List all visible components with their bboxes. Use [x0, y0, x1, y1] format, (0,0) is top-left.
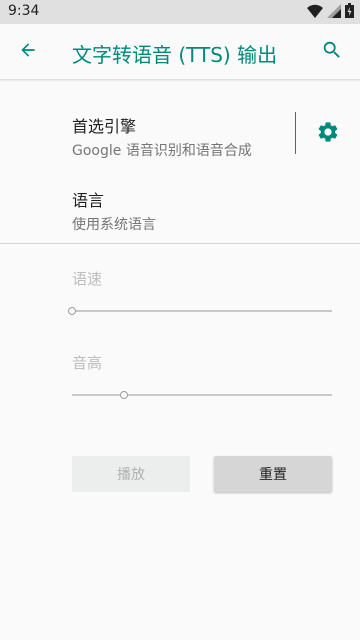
- slider-thumb[interactable]: [120, 391, 128, 399]
- app-bar: 文字转语音 (TTS) 输出: [0, 24, 360, 80]
- engine-settings-button[interactable]: [312, 118, 344, 150]
- status-icons: [307, 2, 354, 22]
- speech-rate-slider[interactable]: [68, 303, 332, 319]
- preferred-engine-text: 首选引擎 Google 语音识别和语音合成: [72, 113, 252, 160]
- back-button[interactable]: [12, 36, 44, 68]
- language-title: 语言: [72, 191, 105, 210]
- pitch-label: 音高: [72, 354, 103, 372]
- search-button[interactable]: [316, 36, 348, 68]
- language-summary: 使用系统语言: [72, 217, 156, 233]
- reset-button[interactable]: 重置: [214, 456, 332, 492]
- status-bar: 9:34: [0, 0, 360, 24]
- slider-track: [72, 394, 332, 396]
- slider-track: [72, 310, 332, 312]
- page-title: 文字转语音 (TTS) 输出: [72, 43, 278, 67]
- wifi-icon: [307, 3, 323, 22]
- back-arrow-icon: [18, 40, 38, 64]
- pitch-slider[interactable]: [72, 387, 332, 403]
- vertical-divider: [295, 112, 296, 154]
- preferred-engine-summary: Google 语音识别和语音合成: [72, 143, 252, 159]
- speech-rate-label: 语速: [72, 270, 103, 288]
- slider-thumb[interactable]: [68, 307, 76, 315]
- status-time: 9:34: [8, 3, 40, 19]
- play-button[interactable]: 播放: [72, 456, 190, 492]
- preferred-engine-title: 首选引擎: [72, 117, 137, 136]
- battery-icon: [345, 2, 354, 22]
- cellular-signal-icon: [327, 3, 341, 22]
- language-item[interactable]: 语言 使用系统语言: [0, 178, 360, 234]
- section-divider: [0, 243, 360, 244]
- gear-icon: [316, 120, 340, 148]
- search-icon: [321, 39, 343, 65]
- preferred-engine-item[interactable]: 首选引擎 Google 语音识别和语音合成: [0, 100, 360, 164]
- language-text: 语言 使用系统语言: [72, 187, 156, 234]
